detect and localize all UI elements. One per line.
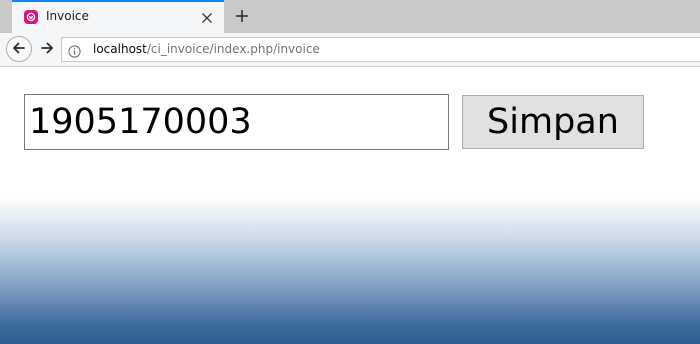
- arrow-left-icon: [12, 40, 26, 59]
- url-host: localhost: [93, 42, 147, 56]
- browser-window: Invoice localhost/ci_invoice/index.php/i…: [0, 0, 700, 344]
- arrow-right-icon: [40, 40, 54, 59]
- tab-favicon-icon: [24, 10, 38, 24]
- invoice-number-input[interactable]: [24, 94, 449, 150]
- plus-icon[interactable]: [233, 7, 251, 25]
- forward-button[interactable]: [37, 39, 57, 59]
- page-content: Simpan: [0, 67, 700, 344]
- address-bar[interactable]: localhost/ci_invoice/index.php/invoice: [61, 37, 700, 62]
- close-icon[interactable]: [200, 10, 214, 24]
- back-button[interactable]: [6, 36, 32, 62]
- url-text[interactable]: localhost/ci_invoice/index.php/invoice: [93, 42, 320, 56]
- tab-title: Invoice: [46, 9, 89, 23]
- tab-invoice[interactable]: Invoice: [12, 0, 224, 33]
- navigation-bar: localhost/ci_invoice/index.php/invoice: [0, 33, 700, 67]
- save-button[interactable]: Simpan: [462, 95, 644, 149]
- tab-strip: Invoice: [0, 0, 700, 33]
- info-icon[interactable]: [68, 43, 81, 58]
- url-path: /ci_invoice/index.php/invoice: [146, 42, 320, 56]
